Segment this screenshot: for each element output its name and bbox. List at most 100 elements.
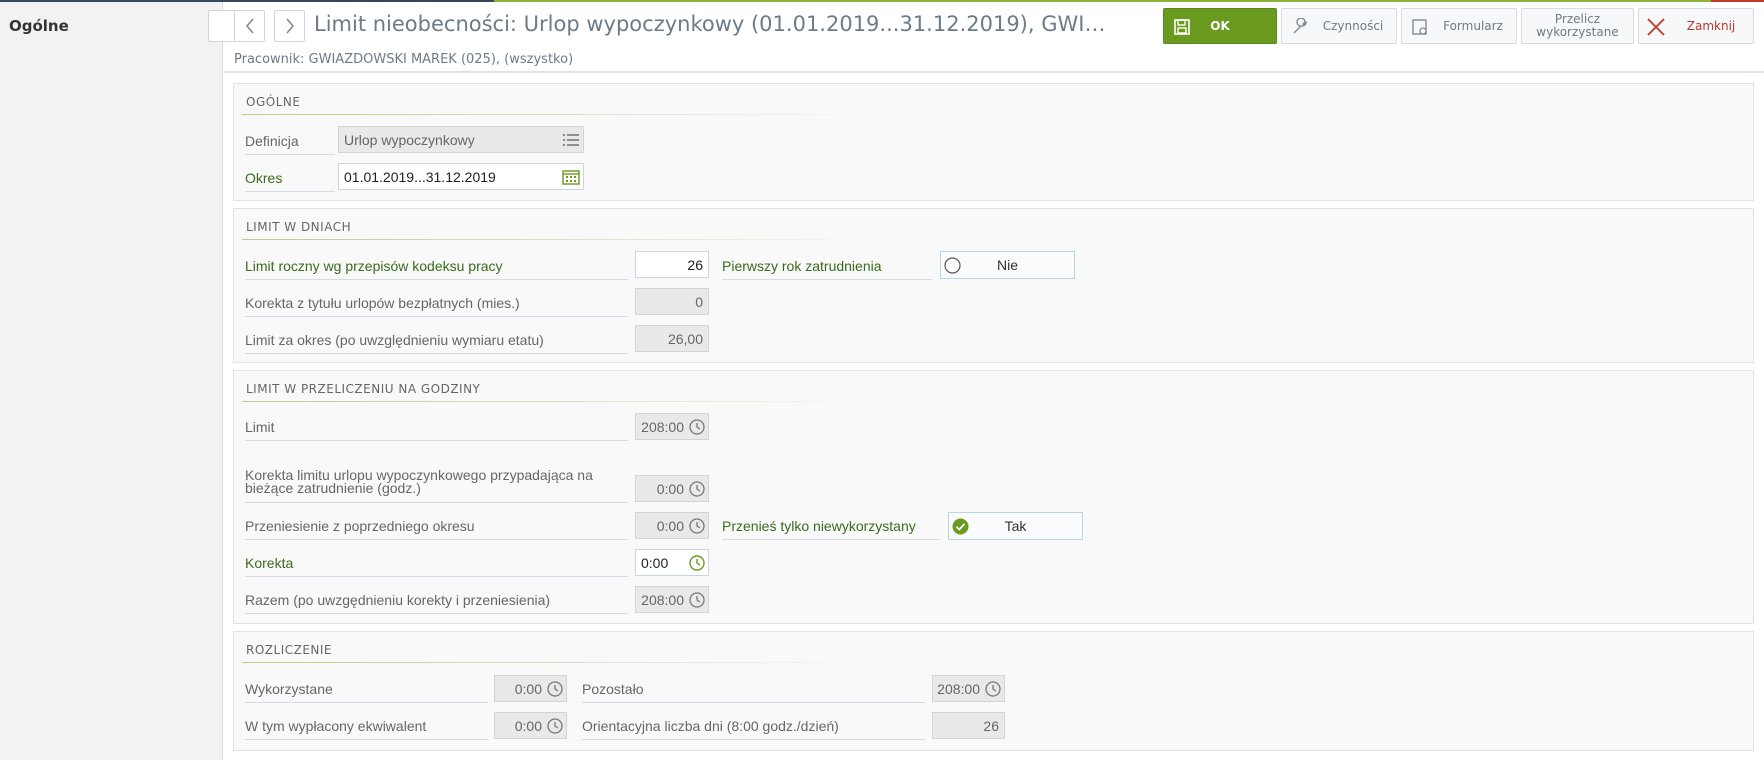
radio-empty-icon — [944, 257, 961, 274]
clock-icon — [547, 718, 563, 734]
korekta-zatrudnienie-label: Korekta limitu urlopu wypoczynkowego prz… — [245, 468, 593, 496]
przeniesienie-field: 0:00 — [635, 512, 709, 539]
section-title: LIMIT W PRZELICZENIU NA GODZINY — [246, 382, 481, 396]
sidebar: Ogólne — [0, 2, 223, 760]
pierwszy-rok-value: Nie — [996, 257, 1018, 273]
close-icon — [1647, 18, 1665, 36]
limit-za-okres-label: Limit za okres (po uwzględnieniu wymiaru… — [245, 332, 544, 348]
clock-icon — [689, 592, 705, 608]
definicja-value: Urlop wypoczynkowy — [344, 131, 475, 148]
section-underline — [242, 239, 882, 240]
korekta-label: Korekta — [245, 555, 294, 571]
label-underline — [245, 316, 628, 317]
section-underline — [242, 662, 882, 663]
back-button[interactable] — [234, 10, 265, 42]
pierwszy-rok-label: Pierwszy rok zatrudnienia — [722, 258, 882, 274]
przenies-niewykorzystany-toggle[interactable]: Tak — [948, 512, 1083, 540]
okres-field[interactable]: 01.01.2019...31.12.2019 — [338, 163, 584, 190]
przelicz-label: Przelicz wykorzystane — [1536, 13, 1618, 39]
pozostalo-label: Pozostało — [582, 681, 644, 697]
section-title: ROZLICZENIE — [246, 643, 333, 657]
okres-value: 01.01.2019...31.12.2019 — [344, 168, 496, 185]
ok-button-label: OK — [1210, 19, 1230, 33]
forward-button[interactable] — [274, 10, 305, 42]
sidebar-item-ogolne[interactable]: Ogólne — [9, 17, 69, 35]
definicja-label: Definicja — [245, 133, 299, 149]
ekwiwalent-label: W tym wypłacony ekwiwalent — [245, 718, 427, 734]
definicja-field[interactable]: Urlop wypoczynkowy — [338, 126, 584, 153]
korekta-zatrudnienie-value: 0:00 — [656, 480, 684, 497]
limit-godz-value: 208:00 — [641, 418, 684, 435]
section-title: LIMIT W DNIACH — [246, 220, 352, 234]
clock-icon — [689, 518, 705, 534]
ekwiwalent-field: 0:00 — [494, 712, 567, 739]
przeniesienie-label: Przeniesienie z poprzedniego okresu — [245, 518, 475, 534]
clock-icon — [985, 681, 1001, 697]
limit-godz-field: 208:00 — [635, 413, 709, 440]
header-divider — [224, 72, 1764, 73]
zamknij-label: Zamknij — [1686, 19, 1736, 33]
przenies-niewykorzystany-value: Tak — [1004, 518, 1027, 534]
wykorzystane-field: 0:00 — [494, 675, 567, 702]
list-icon[interactable] — [562, 132, 580, 148]
korekta-bezplatne-label: Korekta z tytułu urlopów bezpłatnych (mi… — [245, 295, 520, 311]
korekta-field[interactable]: 0:00 — [635, 549, 709, 576]
ok-button[interactable]: OK — [1163, 8, 1277, 44]
chevron-right-icon — [285, 18, 294, 34]
clock-icon — [547, 681, 563, 697]
label-underline — [245, 702, 488, 703]
przelicz-label-line2: wykorzystane — [1536, 25, 1619, 39]
formularz-button[interactable]: Formularz — [1401, 8, 1517, 44]
label-underline — [722, 539, 940, 540]
label-underline — [245, 539, 628, 540]
limit-roczny-field[interactable]: 26 — [635, 251, 709, 278]
calendar-icon[interactable] — [562, 169, 580, 185]
label-underline — [722, 279, 932, 280]
czynnosci-button[interactable]: Czynności — [1281, 8, 1397, 44]
razem-value: 208:00 — [641, 591, 684, 608]
section-title: OGÓLNE — [246, 95, 301, 109]
razem-label: Razem (po uwzgędnieniu korekty i przenie… — [245, 592, 551, 608]
wrench-icon — [1293, 18, 1308, 34]
label-underline — [245, 440, 628, 441]
pozostalo-value: 208:00 — [937, 680, 980, 697]
limit-roczny-label: Limit roczny wg przepisów kodeksu pracy — [245, 258, 503, 274]
limit-za-okres-field: 26,00 — [635, 325, 709, 352]
ekwiwalent-value: 0:00 — [514, 717, 542, 734]
przelicz-button[interactable]: Przelicz wykorzystane — [1521, 8, 1634, 44]
orientacyjna-dni-label: Orientacyjna liczba dni (8:00 godz./dzie… — [582, 718, 839, 734]
korekta-bezplatne-field: 0 — [635, 288, 709, 315]
clock-icon[interactable] — [689, 555, 705, 571]
korekta-zatrudnienie-label-line2: bieżące zatrudnienie (godz.) — [245, 480, 421, 496]
label-underline — [245, 502, 628, 503]
razem-field: 208:00 — [635, 586, 709, 613]
label-underline — [245, 576, 628, 577]
przeniesienie-value: 0:00 — [656, 517, 684, 534]
clock-icon — [689, 481, 705, 497]
orientacyjna-dni-field: 26 — [932, 712, 1005, 739]
check-circle-icon — [952, 518, 969, 535]
label-underline — [582, 739, 925, 740]
wykorzystane-value: 0:00 — [514, 680, 542, 697]
section-underline — [242, 114, 882, 115]
form-icon — [1412, 19, 1427, 35]
clock-icon — [689, 419, 705, 435]
wykorzystane-label: Wykorzystane — [245, 681, 333, 697]
zamknij-button[interactable]: Zamknij — [1638, 8, 1754, 44]
save-icon — [1174, 19, 1190, 35]
korekta-zatrudnienie-field: 0:00 — [635, 475, 709, 502]
okres-label: Okres — [245, 170, 283, 186]
page-title: Limit nieobecności: Urlop wypoczynkowy (… — [314, 12, 1119, 36]
pozostalo-field: 208:00 — [932, 675, 1005, 702]
employee-subtitle: Pracownik: GWIAZDOWSKI MAREK (025), (wsz… — [234, 52, 574, 67]
label-underline — [245, 154, 335, 155]
label-underline — [245, 613, 628, 614]
label-underline — [245, 279, 628, 280]
label-underline — [245, 739, 488, 740]
section-limit-godziny: LIMIT W PRZELICZENIU NA GODZINY — [233, 370, 1754, 624]
limit-godz-label: Limit — [245, 419, 275, 435]
pierwszy-rok-toggle[interactable]: Nie — [940, 251, 1075, 279]
label-underline — [582, 702, 925, 703]
chevron-left-icon — [245, 18, 254, 34]
section-underline — [242, 401, 882, 402]
